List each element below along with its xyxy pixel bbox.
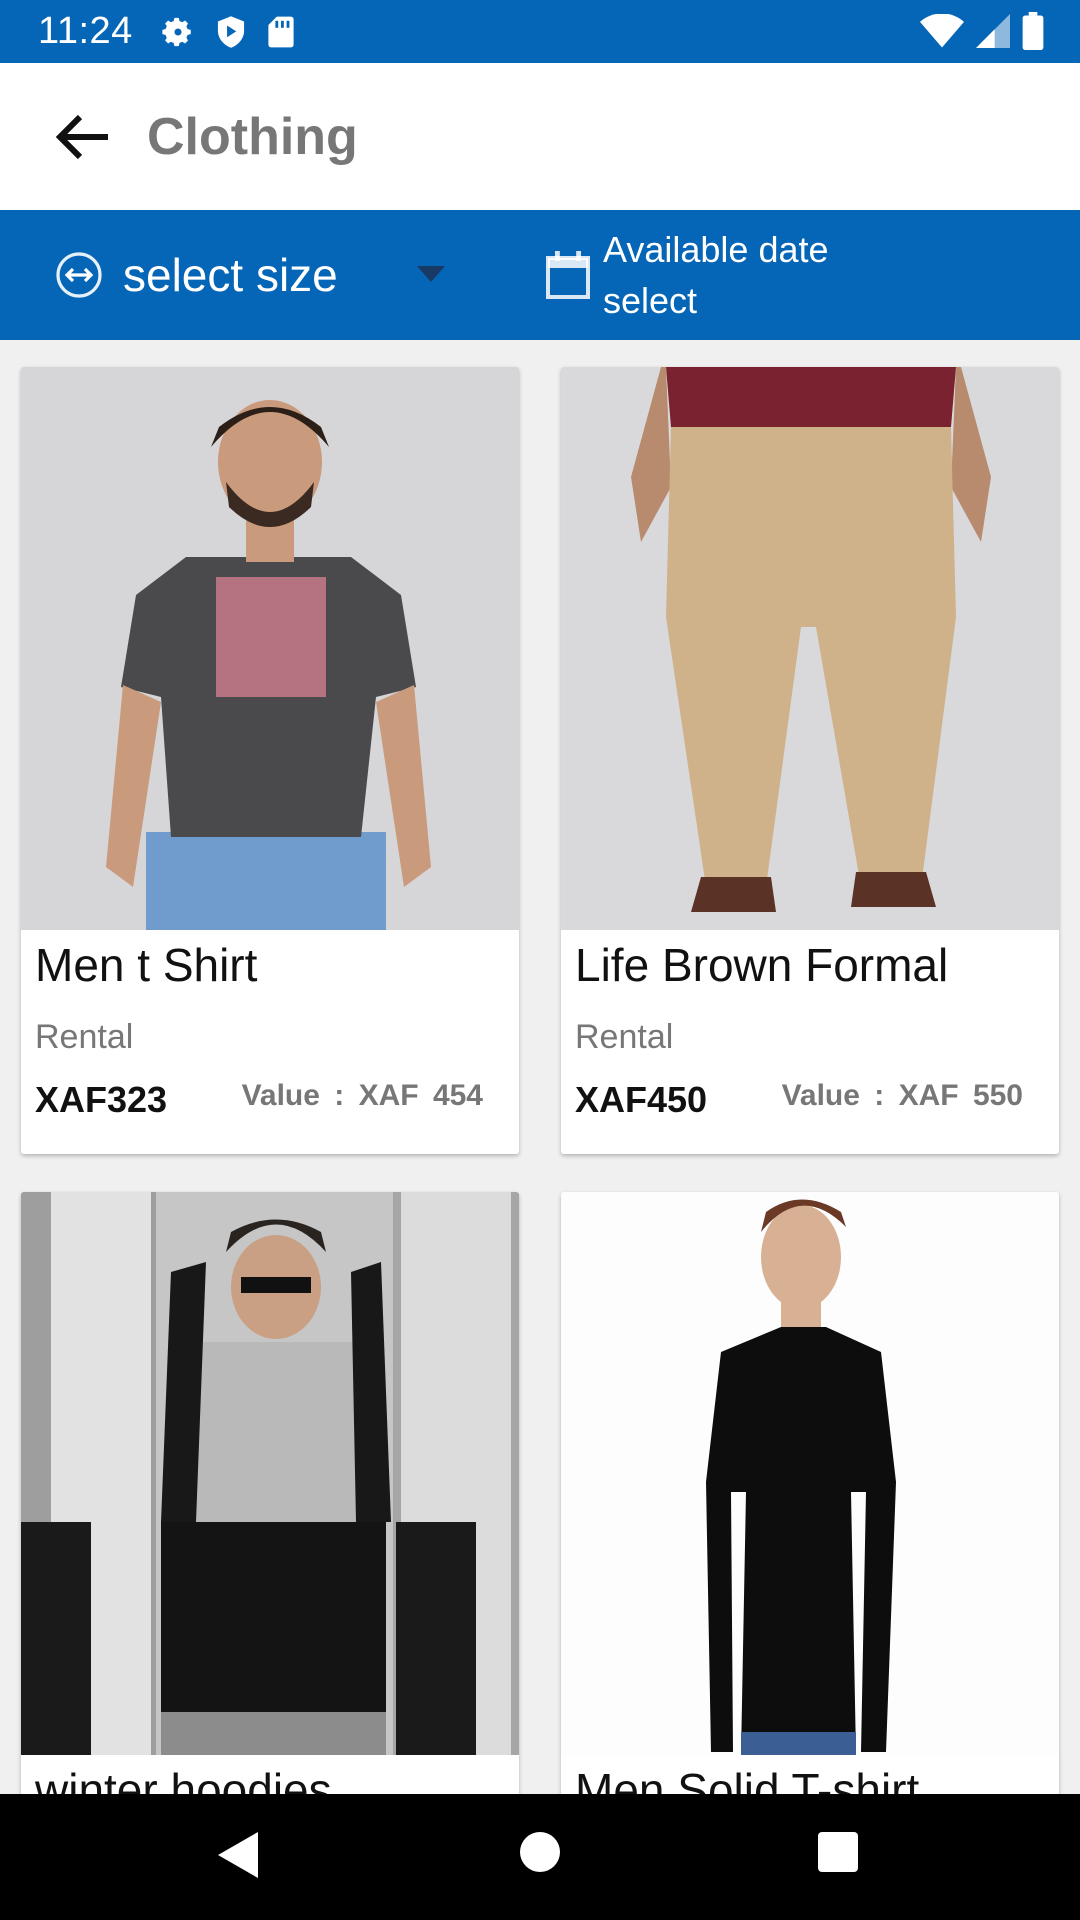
status-time: 11:24 bbox=[38, 10, 133, 52]
size-select-label: select size bbox=[123, 249, 338, 301]
product-name: Men t Shirt bbox=[35, 939, 258, 991]
product-card[interactable]: Life Brown Formal Rental XAF450 Value : … bbox=[561, 367, 1059, 1154]
product-card[interactable]: Men t Shirt Rental XAF323 Value : XAF 45… bbox=[21, 367, 519, 1154]
nav-home-icon[interactable] bbox=[520, 1832, 560, 1872]
settings-icon bbox=[162, 17, 191, 46]
signal-icon bbox=[976, 14, 1010, 48]
sd-card-icon bbox=[268, 16, 294, 47]
product-value: Value : XAF 550 bbox=[781, 1079, 1023, 1112]
date-select-label: Available date select bbox=[603, 229, 829, 321]
product-card[interactable]: winter hoodies bbox=[21, 1192, 519, 1794]
date-select[interactable]: Available date select bbox=[545, 210, 863, 340]
filter-bar: select size Available date select bbox=[0, 210, 1080, 340]
back-arrow-icon bbox=[55, 114, 108, 159]
wifi-icon bbox=[920, 14, 964, 48]
page-title: Clothing bbox=[147, 107, 358, 166]
resize-icon bbox=[56, 252, 102, 298]
shield-icon bbox=[217, 15, 244, 48]
product-price: XAF323 bbox=[35, 1079, 168, 1120]
battery-icon bbox=[1022, 12, 1044, 50]
product-value: Value : XAF 454 bbox=[241, 1079, 483, 1112]
product-price: XAF450 bbox=[575, 1079, 708, 1120]
product-image bbox=[561, 1192, 1059, 1755]
product-name: Men Solid T-shirt bbox=[575, 1764, 920, 1794]
status-bar: 11:24 bbox=[0, 0, 1080, 63]
app-bar: Clothing bbox=[0, 63, 1080, 210]
product-image bbox=[21, 367, 519, 930]
product-grid: Men t Shirt Rental XAF323 Value : XAF 45… bbox=[0, 340, 1080, 1794]
system-nav-bar bbox=[0, 1794, 1080, 1920]
size-select[interactable]: select size bbox=[55, 210, 445, 340]
calendar-icon bbox=[546, 251, 590, 299]
nav-recents-icon[interactable] bbox=[818, 1832, 858, 1872]
back-button[interactable] bbox=[42, 97, 122, 177]
nav-back-icon[interactable] bbox=[218, 1832, 258, 1878]
product-type: Rental bbox=[35, 1018, 134, 1056]
product-name: winter hoodies bbox=[35, 1764, 332, 1794]
product-card[interactable]: Men Solid T-shirt bbox=[561, 1192, 1059, 1794]
product-image bbox=[21, 1192, 519, 1755]
product-type: Rental bbox=[575, 1018, 674, 1056]
dropdown-caret-icon bbox=[417, 266, 445, 282]
product-image bbox=[561, 367, 1059, 930]
product-name: Life Brown Formal bbox=[575, 939, 949, 991]
